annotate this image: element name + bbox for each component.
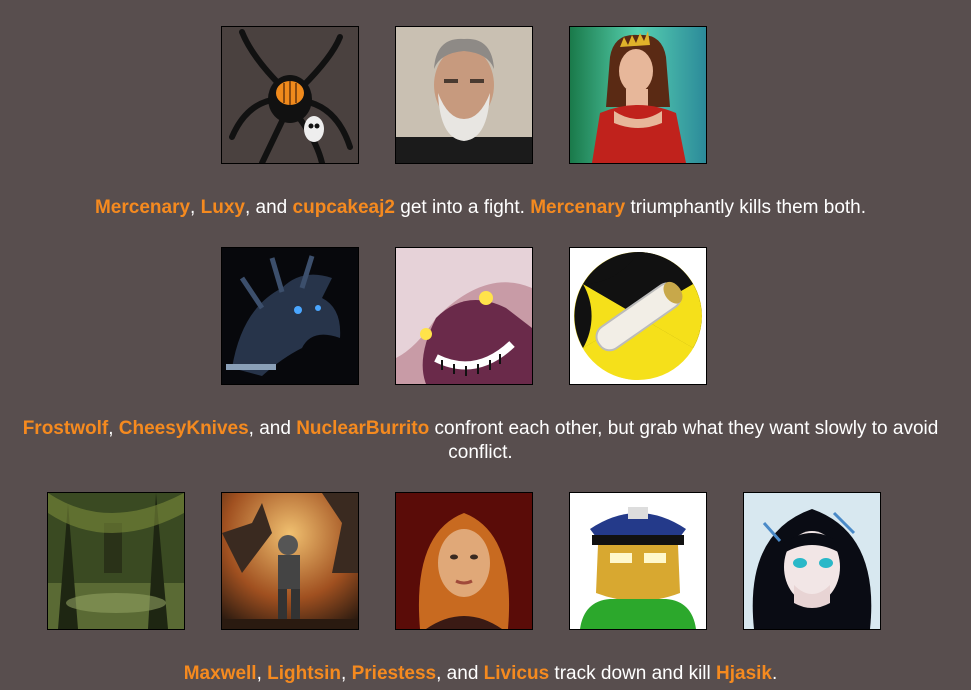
caption-text: , and bbox=[244, 197, 293, 218]
caption-text: track down and kill bbox=[549, 663, 717, 684]
event-caption: Frostwolf, CheesyKnives, and NuclearBurr… bbox=[0, 417, 971, 465]
tribute-name: Hjasik bbox=[716, 663, 772, 684]
police-cap-cartoon-avatar-icon bbox=[569, 492, 707, 630]
event-caption: Mercenary, Luxy, and cupcakeaj2 get into… bbox=[0, 196, 971, 220]
caption-text: triumphantly kills them both. bbox=[625, 197, 867, 218]
tribute-name: Luxy bbox=[200, 197, 245, 218]
red-dress-queen-avatar-icon bbox=[569, 26, 707, 164]
radiation-burrito-avatar-icon bbox=[569, 247, 707, 385]
red-haired-woman-avatar-icon bbox=[395, 492, 533, 630]
caption-text: confront each other, but grab what they … bbox=[429, 418, 939, 463]
tribute-name: CheesyKnives bbox=[118, 418, 249, 439]
caption-text: , bbox=[341, 663, 352, 684]
caption-text: . bbox=[772, 663, 778, 684]
armored-soldier-avatar-icon bbox=[221, 492, 359, 630]
tribute-name: NuclearBurrito bbox=[296, 418, 430, 439]
grinning-creature-avatar-icon bbox=[395, 247, 533, 385]
tribute-name: Mercenary bbox=[94, 197, 191, 218]
bearded-man-avatar-icon bbox=[395, 26, 533, 164]
tribute-name: Frostwolf bbox=[22, 418, 109, 439]
event-caption: Maxwell, Lightsin, Priestess, and Livicu… bbox=[0, 662, 971, 686]
anime-girl-avatar-icon bbox=[743, 492, 881, 630]
tribute-name: Livicus bbox=[483, 663, 550, 684]
dark-dragon-avatar-icon bbox=[221, 247, 359, 385]
caption-text: , and bbox=[248, 418, 297, 439]
caption-text: get into a fight. bbox=[394, 197, 531, 218]
spider-pumpkin-avatar-icon bbox=[221, 26, 359, 164]
tribute-name: cupcakeaj2 bbox=[292, 197, 395, 218]
tribute-name: Mercenary bbox=[530, 197, 626, 218]
caption-text: , bbox=[190, 197, 201, 218]
caption-text: , and bbox=[436, 663, 484, 684]
tribute-name: Maxwell bbox=[183, 663, 257, 684]
tribute-name: Lightsin bbox=[267, 663, 342, 684]
caption-text: , bbox=[256, 663, 268, 684]
tribute-name: Priestess bbox=[351, 663, 437, 684]
swamp-forest-avatar-icon bbox=[47, 492, 185, 630]
caption-text: , bbox=[108, 418, 119, 439]
